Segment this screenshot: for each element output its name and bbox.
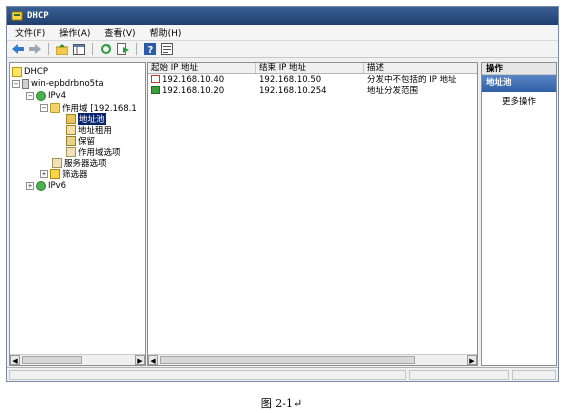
scope-folder-icon: [50, 102, 60, 113]
tree-label-server: win-epbdrbno5ta: [31, 78, 104, 89]
forward-arrow-icon[interactable]: [28, 42, 42, 56]
tree-item-address-leases[interactable]: 地址租用: [66, 124, 112, 136]
dhcp-window: DHCP 文件(F) 操作(A) 查看(V) 帮助(H) ? DHCP − wi…: [6, 6, 559, 382]
exclusion-range-icon: [151, 75, 160, 83]
ipv6-icon: [36, 180, 46, 191]
scroll-left-icon[interactable]: ◀: [10, 355, 20, 365]
toolbar-separator: [48, 43, 49, 55]
tree-item-ipv6[interactable]: + IPv6: [26, 180, 66, 191]
list-header: 起始 IP 地址 结束 IP 地址 描述: [148, 63, 477, 74]
filter-icon: [50, 168, 60, 179]
tree-item-reservations[interactable]: 保留: [66, 135, 95, 147]
server-icon: [22, 78, 29, 89]
export-list-icon[interactable]: [116, 42, 130, 56]
menu-action[interactable]: 操作(A): [59, 26, 90, 39]
more-actions-link[interactable]: 更多操作: [482, 95, 556, 107]
actions-pane: 操作 地址池 更多操作: [481, 62, 557, 366]
collapse-icon[interactable]: −: [12, 79, 20, 88]
status-bar: [7, 367, 558, 381]
properties-icon[interactable]: [160, 42, 174, 56]
row-description: 分发中不包括的 IP 地址: [367, 75, 457, 85]
collapse-icon[interactable]: −: [26, 91, 34, 100]
title-bar: DHCP: [7, 7, 558, 25]
tree-label-ipv4: IPv4: [48, 90, 67, 101]
scroll-right-icon[interactable]: ▶: [135, 355, 145, 365]
expand-icon[interactable]: +: [40, 169, 48, 178]
tree-item-server[interactable]: − win-epbdrbno5ta: [12, 78, 104, 89]
tree-item-address-pool[interactable]: 地址池: [66, 112, 106, 125]
toolbar-separator: [136, 43, 137, 55]
tree-label-filters: 筛选器: [62, 169, 88, 180]
list-row[interactable]: 192.168.10.20 192.168.10.254 地址分发范围: [148, 86, 477, 97]
row-end-ip: 192.168.10.50: [259, 75, 322, 85]
up-folder-icon[interactable]: [55, 42, 69, 56]
menu-file[interactable]: 文件(F): [15, 26, 45, 39]
main-content: DHCP − win-epbdrbno5ta − IPv4 − 作用域 [192…: [7, 60, 558, 368]
row-start-ip: 192.168.10.40: [162, 75, 225, 85]
scroll-thumb[interactable]: [22, 356, 82, 364]
back-arrow-icon[interactable]: [11, 42, 25, 56]
actions-group-address-pool[interactable]: 地址池: [482, 75, 556, 92]
ipv4-icon: [36, 90, 46, 101]
tree-label-dhcp: DHCP: [24, 66, 48, 77]
column-header-description[interactable]: 描述: [364, 63, 477, 73]
scroll-left-icon[interactable]: ◀: [148, 355, 158, 365]
server-options-icon: [52, 157, 62, 168]
tree-item-server-options[interactable]: 服务器选项: [52, 157, 107, 169]
list-horizontal-scrollbar[interactable]: ◀ ▶: [148, 354, 477, 365]
list-row[interactable]: 192.168.10.40 192.168.10.50 分发中不包括的 IP 地…: [148, 75, 477, 86]
column-header-end-ip[interactable]: 结束 IP 地址: [256, 63, 364, 73]
scope-options-icon: [66, 146, 76, 157]
console-tree: DHCP − win-epbdrbno5ta − IPv4 − 作用域 [192…: [9, 62, 146, 366]
address-pool-list: 起始 IP 地址 结束 IP 地址 描述 192.168.10.40 192.1…: [147, 62, 478, 366]
expand-icon[interactable]: +: [26, 181, 34, 190]
toolbar-separator: [92, 43, 93, 55]
tree-item-dhcp[interactable]: DHCP: [12, 66, 48, 77]
collapse-icon[interactable]: −: [40, 103, 48, 112]
help-icon[interactable]: ?: [143, 42, 157, 56]
tree-item-scope-options[interactable]: 作用域选项: [66, 146, 121, 158]
tree-item-scope[interactable]: − 作用域 [192.168.1: [40, 102, 137, 114]
row-start-cell: 192.168.10.20: [148, 86, 256, 97]
menu-view[interactable]: 查看(V): [104, 26, 135, 39]
address-range-icon: [151, 86, 160, 94]
reservations-icon: [66, 135, 76, 146]
address-pool-icon: [66, 113, 76, 124]
row-description: 地址分发范围: [367, 86, 419, 96]
scroll-thumb[interactable]: [160, 356, 415, 364]
row-start-ip: 192.168.10.20: [162, 86, 225, 96]
status-segment: [9, 370, 406, 380]
status-segment: [512, 370, 556, 380]
dhcp-app-icon: [11, 10, 23, 22]
tree-label-ipv6: IPv6: [48, 180, 67, 191]
address-leases-icon: [66, 124, 76, 135]
row-start-cell: 192.168.10.40: [148, 75, 256, 86]
svg-text:?: ?: [148, 45, 154, 55]
status-segment: [409, 370, 509, 380]
column-header-start-ip[interactable]: 起始 IP 地址: [148, 63, 256, 73]
toolbar: ?: [7, 41, 558, 58]
row-end-ip: 192.168.10.254: [259, 86, 327, 96]
scroll-right-icon[interactable]: ▶: [467, 355, 477, 365]
tree-item-ipv4[interactable]: − IPv4: [26, 90, 66, 101]
dhcp-icon: [12, 66, 22, 77]
actions-header: 操作: [482, 63, 556, 75]
show-hide-tree-icon[interactable]: [72, 42, 86, 56]
figure-caption: 图 2-1↵: [260, 397, 303, 410]
menu-bar: 文件(F) 操作(A) 查看(V) 帮助(H): [7, 25, 558, 41]
tree-item-filters[interactable]: + 筛选器: [40, 168, 88, 180]
refresh-icon[interactable]: [99, 42, 113, 56]
tree-horizontal-scrollbar[interactable]: ◀ ▶: [10, 354, 145, 365]
window-title: DHCP: [27, 11, 49, 21]
menu-help[interactable]: 帮助(H): [150, 26, 182, 39]
